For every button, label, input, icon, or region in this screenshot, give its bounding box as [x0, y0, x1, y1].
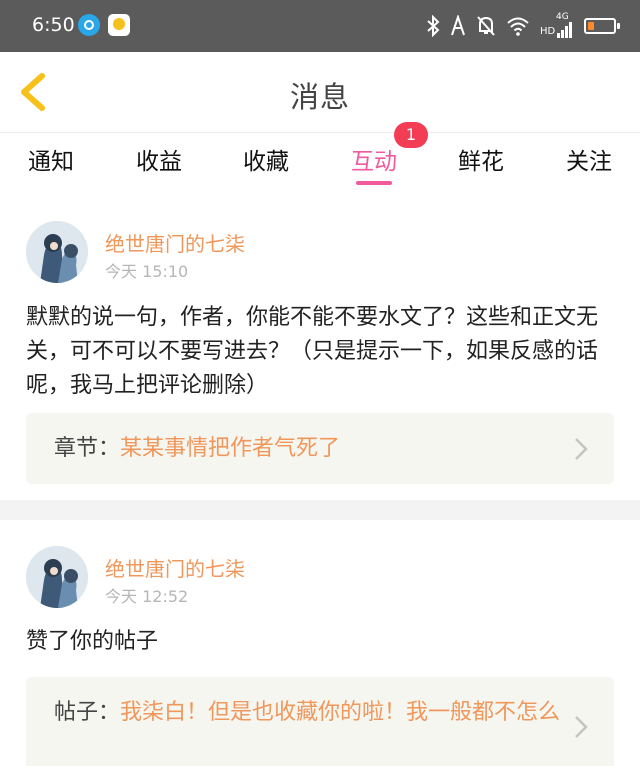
tab-bar: 通知 收益 收藏 互动 鲜花 关注: [0, 132, 640, 192]
tab-notifications[interactable]: 通知: [11, 142, 91, 176]
tab-flowers[interactable]: 鲜花: [441, 142, 521, 176]
mute-bell-icon: [477, 16, 495, 36]
avatar[interactable]: [26, 546, 88, 608]
message-content: 默默的说一句，作者，你能不能不要水文了？这些和正文无关，可不可以不要写进去？（只…: [26, 305, 599, 398]
auto-brightness-icon: [451, 15, 465, 36]
tab-favorites[interactable]: 收藏: [226, 142, 306, 176]
active-tab-indicator: [356, 181, 392, 185]
hd-label: HD: [540, 26, 556, 37]
app-notification-icon: [78, 14, 100, 36]
timestamp: 今天 12:52: [105, 587, 189, 606]
reference-text: 章节：某某事情把作者气死了: [54, 433, 564, 465]
tab-earnings[interactable]: 收益: [119, 142, 199, 176]
chapter-reference[interactable]: 章节：某某事情把作者气死了: [26, 413, 614, 484]
reference-label: 帖子：: [54, 700, 121, 725]
avatar[interactable]: [26, 221, 88, 283]
timestamp: 今天 15:10: [105, 262, 189, 281]
page-title: 消息: [289, 80, 350, 114]
reference-text: 帖子：我柒白！但是也收藏你的啦！我一般都不怎么: [54, 697, 564, 729]
unread-badge: 1: [394, 122, 428, 148]
username[interactable]: 绝世唐门的七柒: [105, 228, 245, 257]
reference-value: 某某事情把作者气死了: [120, 436, 341, 461]
status-icons: 4G HD: [426, 12, 620, 39]
status-bar: 6:50 4G HD: [0, 0, 640, 52]
chevron-right-icon: [575, 438, 588, 460]
chevron-right-icon: [575, 716, 588, 738]
section-divider: [0, 500, 640, 520]
bluetooth-icon: [427, 15, 440, 37]
reference-value: 我柒白！但是也收藏你的啦！我一般都不怎么: [120, 700, 561, 725]
username[interactable]: 绝世唐门的七柒: [105, 553, 245, 582]
battery-level: [588, 22, 594, 30]
post-reference[interactable]: 帖子：我柒白！但是也收藏你的啦！我一般都不怎么: [26, 677, 614, 766]
signal-icon: 4G HD: [540, 12, 574, 38]
battery-icon: [584, 18, 620, 34]
avatar-image: [26, 546, 88, 608]
signal-bars-icon: [557, 22, 572, 38]
avatar-image: [26, 221, 88, 283]
message-content: 赞了你的帖子: [26, 629, 159, 654]
top-app-bar: 消息: [0, 52, 640, 133]
tab-following[interactable]: 关注: [549, 142, 629, 176]
status-time: 6:50: [32, 14, 75, 36]
network-label: 4G: [556, 12, 569, 22]
wifi-icon: [507, 17, 529, 36]
reference-label: 章节：: [54, 436, 121, 461]
app-notification-icon-2: [108, 14, 130, 36]
